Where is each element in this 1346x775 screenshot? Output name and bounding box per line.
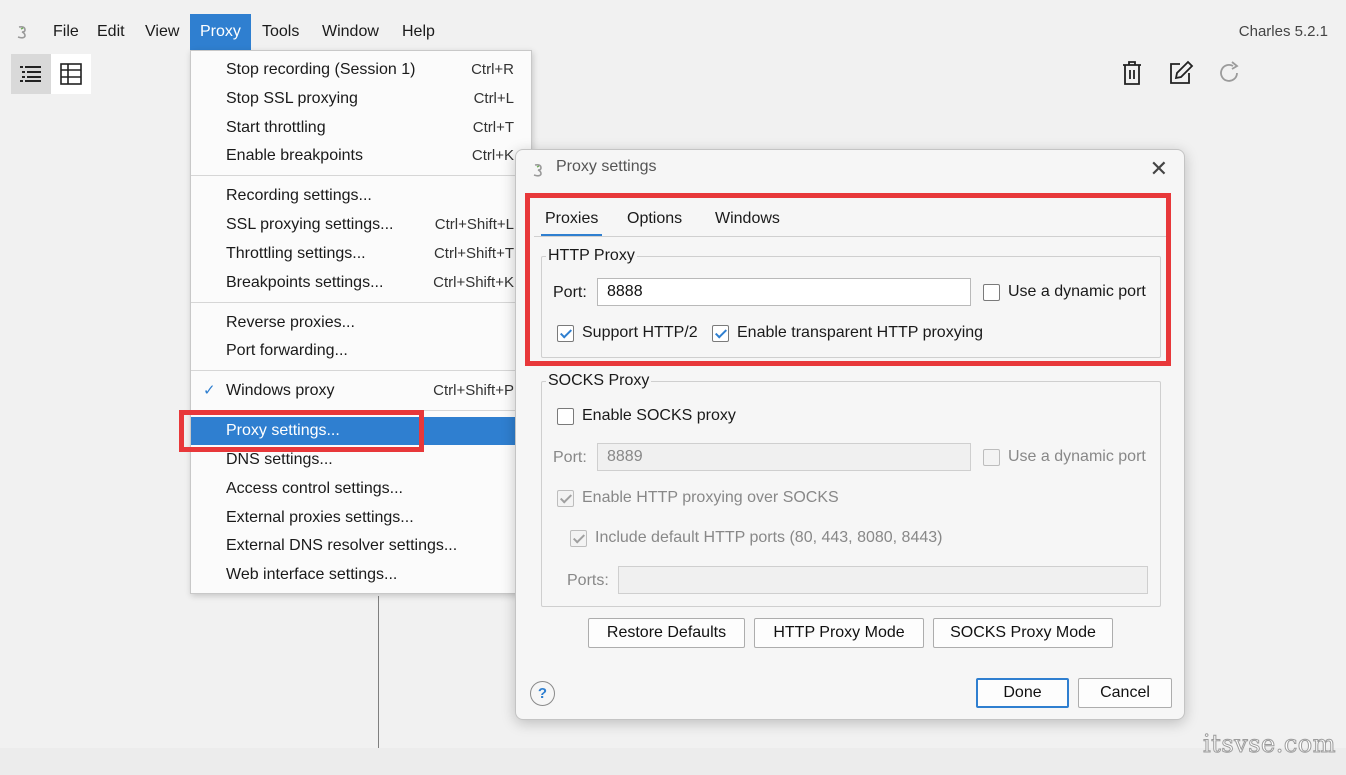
watermark: itsvse.com (1203, 730, 1337, 759)
menu-separator (191, 302, 531, 303)
charles-app-icon (17, 26, 26, 39)
socks-port-input[interactable] (597, 443, 971, 471)
list-view-button[interactable] (11, 54, 51, 94)
app-version: Charles 5.2.1 (1238, 23, 1328, 40)
menu-tools[interactable]: Tools (252, 14, 309, 50)
charles-app-icon (533, 164, 542, 177)
cancel-button[interactable]: Cancel (1078, 678, 1172, 708)
menu-item-web-interface-settings[interactable]: Web interface settings... (191, 561, 531, 589)
socks-proxy-mode-button[interactable]: SOCKS Proxy Mode (933, 618, 1113, 648)
grid-view-button[interactable] (51, 54, 91, 94)
socks-port-label: Port: (553, 449, 587, 466)
restore-defaults-button[interactable]: Restore Defaults (588, 618, 745, 648)
done-button[interactable]: Done (976, 678, 1069, 708)
trash-button[interactable] (1117, 58, 1147, 88)
checkbox-box (557, 489, 574, 507)
close-icon[interactable]: ✕ (1150, 156, 1168, 182)
help-icon[interactable]: ? (530, 681, 555, 706)
http-proxy-mode-button[interactable]: HTTP Proxy Mode (754, 618, 924, 648)
checkbox-box (983, 448, 1000, 466)
annotation-highlight-http-proxy (525, 193, 1171, 366)
menu-item-reverse-proxies[interactable]: Reverse proxies... (191, 309, 531, 337)
pane-divider (378, 596, 379, 748)
menu-view[interactable]: View (135, 14, 189, 50)
menu-item-access-control-settings[interactable]: Access control settings... (191, 475, 531, 503)
proxy-menu-dropdown: Stop recording (Session 1) Ctrl+R Stop S… (190, 50, 532, 594)
menu-separator (191, 370, 531, 371)
list-view-icon (20, 66, 41, 82)
menu-item-recording-settings[interactable]: Recording settings... (191, 182, 531, 210)
dialog-title: Proxy settings (556, 158, 657, 175)
menu-file[interactable]: File (43, 14, 89, 50)
menu-bar: File Edit View Proxy Tools Window Help C… (0, 14, 1346, 50)
default-http-ports-checkbox[interactable]: Include default HTTP ports (80, 443, 808… (570, 529, 942, 547)
edit-button[interactable] (1166, 58, 1196, 88)
menu-item-ssl-proxying-settings[interactable]: SSL proxying settings... Ctrl+Shift+L (191, 211, 531, 239)
http-over-socks-checkbox[interactable]: Enable HTTP proxying over SOCKS (557, 489, 839, 507)
menu-edit[interactable]: Edit (87, 14, 135, 50)
checkbox-box (557, 407, 574, 425)
menu-item-port-forwarding[interactable]: Port forwarding... (191, 337, 531, 365)
menu-item-breakpoints-settings[interactable]: Breakpoints settings... Ctrl+Shift+K (191, 269, 531, 297)
menu-item-stop-ssl-proxying[interactable]: Stop SSL proxying Ctrl+L (191, 85, 531, 113)
menu-item-stop-recording[interactable]: Stop recording (Session 1) Ctrl+R (191, 56, 531, 84)
menu-item-enable-breakpoints[interactable]: Enable breakpoints Ctrl+K (191, 142, 531, 170)
annotation-highlight-menu-item (179, 410, 424, 452)
menu-item-external-proxies-settings[interactable]: External proxies settings... (191, 504, 531, 532)
refresh-icon (1220, 61, 1239, 82)
menu-item-start-throttling[interactable]: Start throttling Ctrl+T (191, 114, 531, 142)
status-strip (0, 748, 1346, 775)
menu-item-windows-proxy[interactable]: ✓ Windows proxy Ctrl+Shift+P (191, 377, 531, 405)
socks-ports-label: Ports: (567, 572, 609, 589)
socks-dynamic-port-checkbox[interactable]: Use a dynamic port (983, 448, 1146, 466)
menu-window[interactable]: Window (312, 14, 389, 50)
checkbox-box (570, 529, 587, 547)
menu-help[interactable]: Help (392, 14, 445, 50)
menu-proxy[interactable]: Proxy (190, 14, 251, 50)
enable-socks-checkbox[interactable]: Enable SOCKS proxy (557, 407, 736, 425)
checkmark-icon: ✓ (203, 382, 216, 399)
menu-item-external-dns-resolver-settings[interactable]: External DNS resolver settings... (191, 532, 531, 560)
socks-proxy-title: SOCKS Proxy (546, 372, 652, 390)
grid-view-icon (60, 63, 82, 85)
socks-ports-input[interactable] (618, 566, 1148, 594)
trash-icon (1123, 61, 1141, 85)
menu-separator (191, 175, 531, 176)
menu-item-throttling-settings[interactable]: Throttling settings... Ctrl+Shift+T (191, 240, 531, 268)
refresh-button[interactable] (1214, 58, 1244, 88)
edit-icon (1170, 60, 1194, 84)
